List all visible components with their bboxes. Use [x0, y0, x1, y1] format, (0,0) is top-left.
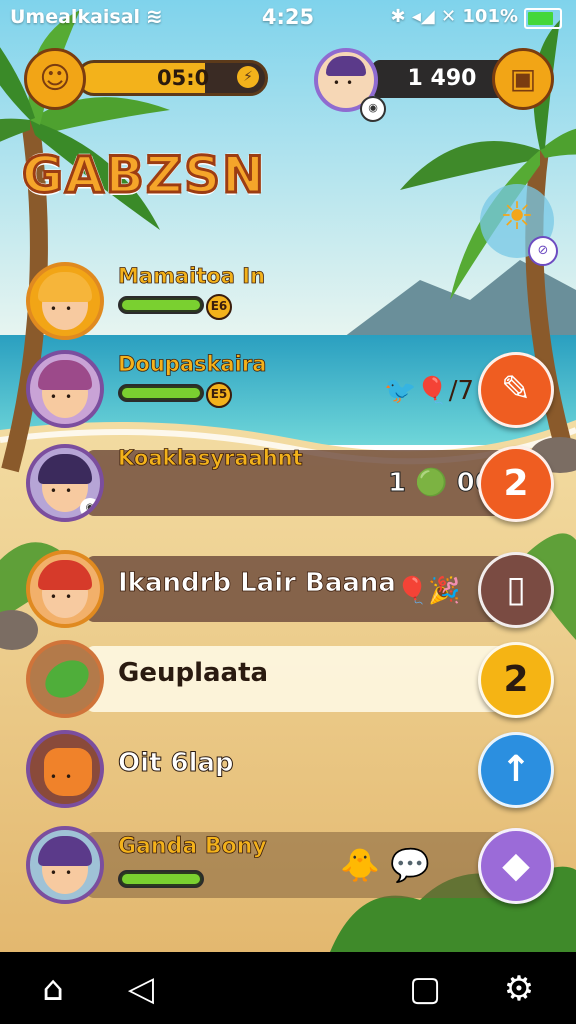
status-bar: Umealkaisal ≋ 4:25 ✱ ◂◢ ✕ 101% — [0, 0, 576, 36]
home-icon[interactable]: ⌂ — [32, 968, 74, 1010]
row-progress-fill — [122, 388, 200, 398]
avatar: •• ◉ — [26, 444, 104, 522]
battery-icon — [524, 8, 562, 29]
sun-icon: ☀ — [499, 194, 535, 238]
row-level-badge: E6 — [206, 294, 232, 320]
coin-hud[interactable]: 05:0 ⚡ ☺ — [24, 48, 270, 110]
bolt-icon: ⚡ — [237, 66, 259, 88]
row-progress-bar — [118, 384, 204, 402]
list-item[interactable]: Geuplaata 2 — [0, 636, 576, 722]
row-name: Doupaskaira — [118, 352, 267, 377]
arrow-up-button[interactable]: ↑ — [478, 732, 554, 808]
list-item[interactable]: •• Doupaskaira E5 🐦🎈/7 ✎ — [0, 346, 576, 432]
avatar: •• — [26, 262, 104, 340]
avatar-badge-icon: ◉ — [80, 498, 100, 518]
pencil-button[interactable]: ✎ — [478, 352, 554, 428]
score-display: 1 490 — [372, 60, 512, 98]
navigation-bar: ⌂ ◁ ▢ ⚙ — [0, 952, 576, 1024]
row-name: Ikandrb Lair Baana — [118, 568, 397, 599]
row-reward-items: 🐦🎈/7 — [384, 376, 475, 406]
row-name: Oit 6lap — [118, 748, 235, 779]
list-item[interactable]: •• ◉ Koaklasyraahnt 1 🟢 00 2 — [0, 440, 576, 526]
list-item[interactable]: •• Oit 6lap ↑ — [0, 726, 576, 812]
row-name: Koaklasyraahnt — [118, 446, 303, 471]
avatar: •• — [26, 730, 104, 808]
avatar-badge-icon: ◉ — [360, 96, 386, 122]
row-reward-items: 🐥 💬 — [340, 846, 430, 884]
back-icon[interactable]: ◁ — [120, 968, 162, 1010]
row-level-badge: E5 — [206, 382, 232, 408]
backpack-button[interactable]: ▣ — [492, 48, 554, 110]
tag-button[interactable]: ◆ — [478, 828, 554, 904]
list-item[interactable]: •• Ganda Bony 🐥 💬 ◆ — [0, 822, 576, 908]
profile-hud: 1 490 •• ◉ ▣ — [314, 48, 554, 122]
row-name: Mamaitoa In — [118, 264, 266, 289]
row-progress-fill — [122, 300, 200, 310]
row-progress-bar — [118, 296, 204, 314]
row-name: Geuplaata — [118, 658, 269, 688]
recent-apps-icon[interactable]: ▢ — [404, 968, 446, 1010]
phone-button[interactable]: ▯ — [478, 552, 554, 628]
game-title: GABZSN — [21, 145, 266, 206]
number-badge-button[interactable]: 2 — [478, 642, 554, 718]
battery-level — [528, 12, 554, 25]
avatar: •• — [26, 350, 104, 428]
list-item[interactable]: •• Ikandrb Lair Baana 🎈🎉 ▯ — [0, 546, 576, 632]
row-progress-fill — [122, 874, 200, 884]
row-reward-items: 🎈🎉 — [396, 576, 461, 606]
row-progress-bar — [118, 870, 204, 888]
status-icons: ✱ ◂◢ ✕ 101% — [390, 6, 518, 27]
avatar — [26, 640, 104, 718]
settings-icon[interactable]: ⚙ — [498, 968, 540, 1010]
number-badge-button[interactable]: 2 — [478, 446, 554, 522]
avatar: •• — [26, 550, 104, 628]
row-name: Ganda Bony — [118, 834, 268, 860]
avatar: •• — [26, 826, 104, 904]
coin-value: 05:0 — [157, 66, 210, 90]
coin-progress-bar: 05:0 ⚡ — [76, 60, 268, 96]
coin-icon[interactable]: ☺ — [24, 48, 86, 110]
list-item[interactable]: •• Mamaitoa In E6 — [0, 258, 576, 344]
